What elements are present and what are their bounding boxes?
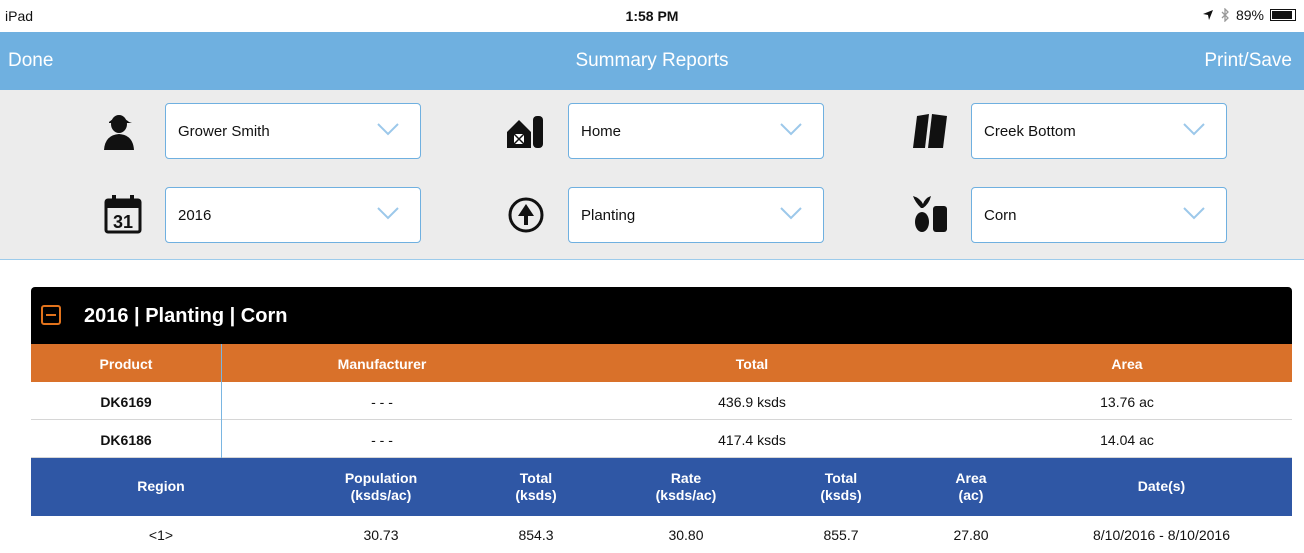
planter-icon <box>506 195 546 235</box>
year-select[interactable]: 2016 <box>165 187 421 243</box>
product-name: DK6169 <box>100 394 152 410</box>
battery-level-fill <box>1272 11 1292 19</box>
field-icon <box>910 111 950 151</box>
chevron-down-icon <box>377 123 399 136</box>
nav-bar: Done Summary Reports Print/Save <box>0 32 1304 90</box>
region-table-header: Region Population (ksds/ac) Total (ksds)… <box>31 458 1292 516</box>
header-rate-line1: Rate <box>670 470 702 486</box>
report-header: 2016 | Planting | Corn <box>31 287 1292 344</box>
dates-value: 8/10/2016 - 8/10/2016 <box>1092 527 1230 543</box>
population-value: 30.73 <box>363 527 399 543</box>
farm-select[interactable]: Home <box>568 103 824 159</box>
area-value: 13.76 ac <box>1100 394 1154 410</box>
header-total-2: Total (ksds) <box>771 470 911 504</box>
manufacturer-value: - - - <box>371 394 393 410</box>
status-time: 1:58 PM <box>625 8 679 24</box>
grower-select[interactable]: Grower Smith <box>165 103 421 159</box>
crop-select[interactable]: Corn <box>971 187 1227 243</box>
seed-icon <box>910 194 950 234</box>
header-area: Area (ac) <box>911 470 1031 504</box>
area-value: 14.04 ac <box>1100 432 1154 448</box>
person-icon <box>99 112 139 152</box>
total-value: 417.4 ksds <box>718 432 786 448</box>
battery-icon <box>1270 9 1296 21</box>
chevron-down-icon <box>1183 207 1205 220</box>
header-manufacturer: Manufacturer <box>337 356 427 372</box>
chevron-down-icon <box>780 123 802 136</box>
header-total-1-line1: Total <box>519 470 553 486</box>
operation-select[interactable]: Planting <box>568 187 824 243</box>
header-product: Product <box>99 356 153 372</box>
header-population-line2: (ksds/ac) <box>350 487 412 503</box>
calendar-day-text: 31 <box>113 212 133 232</box>
header-dates: Date(s) <box>1137 478 1186 494</box>
year-value: 2016 <box>178 207 212 224</box>
total-2-value: 855.7 <box>823 527 859 543</box>
header-area-line2: (ac) <box>958 487 984 503</box>
header-total-1-line2: (ksds) <box>515 487 557 503</box>
chevron-down-icon <box>1183 123 1205 136</box>
column-divider <box>221 344 222 458</box>
header-rate: Rate (ksds/ac) <box>601 470 771 504</box>
header-total: Total <box>735 356 769 372</box>
print-save-button[interactable]: Print/Save <box>1204 50 1292 72</box>
header-population: Population (ksds/ac) <box>291 470 471 504</box>
rate-value: 30.80 <box>668 527 704 543</box>
barn-icon <box>505 111 545 151</box>
header-total-1: Total (ksds) <box>471 470 601 504</box>
collapse-icon[interactable] <box>41 305 61 325</box>
operation-value: Planting <box>581 207 636 224</box>
total-value: 436.9 ksds <box>718 394 786 410</box>
bluetooth-icon <box>1221 8 1229 22</box>
status-bar: iPad 1:58 PM 89% <box>0 0 1304 32</box>
farm-value: Home <box>581 123 622 140</box>
field-value: Creek Bottom <box>984 123 1076 140</box>
manufacturer-value: - - - <box>371 432 393 448</box>
report-card: 2016 | Planting | Corn Product Manufactu… <box>31 287 1292 553</box>
grower-value: Grower Smith <box>178 123 270 140</box>
table-row: <1> 30.73 854.3 30.80 855.7 27.80 8/10/2… <box>31 516 1292 553</box>
product-name: DK6186 <box>100 432 152 448</box>
header-total-2-line2: (ksds) <box>820 487 862 503</box>
header-area-line1: Area <box>955 470 987 486</box>
location-arrow-icon <box>1202 10 1213 20</box>
area-value: 27.80 <box>953 527 989 543</box>
battery-percent: 89% <box>1235 7 1264 23</box>
header-area: Area <box>1111 356 1143 372</box>
header-total-2-line1: Total <box>824 470 858 486</box>
filter-panel: Grower Smith Home Creek Bottom 31 2016 P… <box>0 90 1304 260</box>
crop-value: Corn <box>984 207 1017 224</box>
header-rate-line2: (ksds/ac) <box>655 487 717 503</box>
header-population-line1: Population <box>344 470 418 486</box>
page-title: Summary Reports <box>575 50 729 71</box>
chevron-down-icon <box>780 207 802 220</box>
field-select[interactable]: Creek Bottom <box>971 103 1227 159</box>
chevron-down-icon <box>377 207 399 220</box>
header-region: Region <box>137 478 185 494</box>
region-value: <1> <box>148 527 174 543</box>
total-1-value: 854.3 <box>518 527 554 543</box>
status-indicators: 89% <box>1202 7 1296 23</box>
report-title: 2016 | Planting | Corn <box>84 305 288 327</box>
calendar-icon: 31 <box>103 194 143 234</box>
